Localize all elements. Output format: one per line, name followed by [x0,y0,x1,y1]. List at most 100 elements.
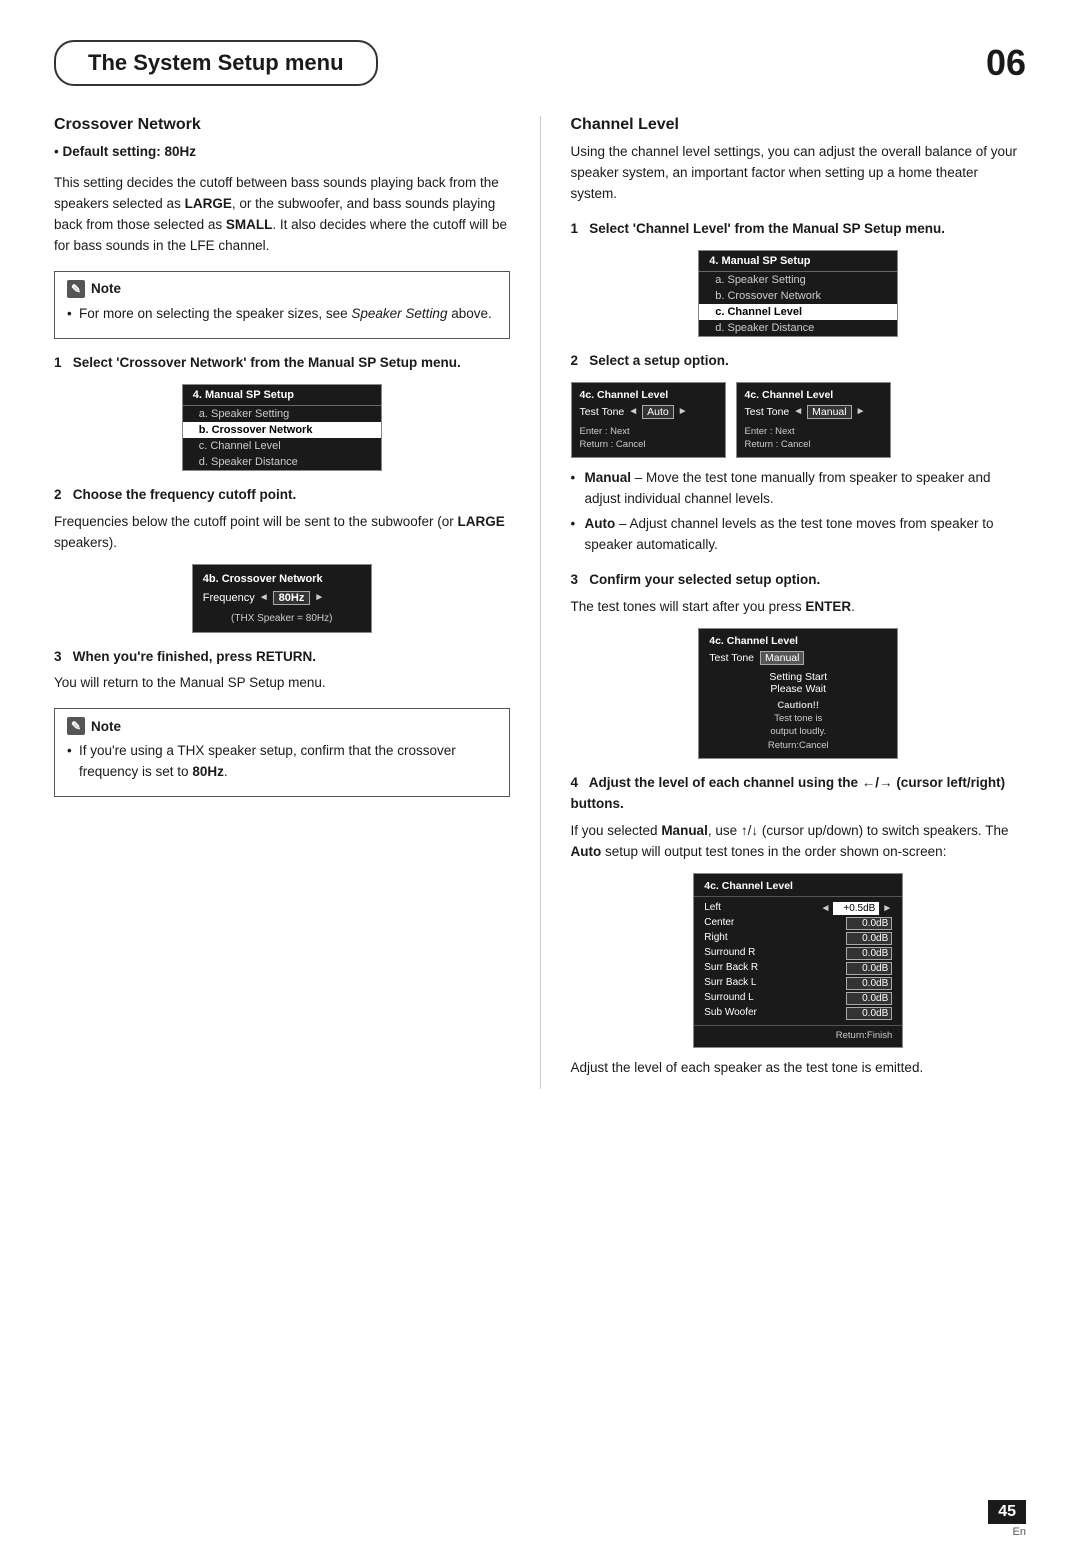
clt-row-right: Right 0.0dB [694,931,902,946]
sps-title-right: 4. Manual SP Setup [699,251,897,272]
clt-name-surrback-r: Surr Back R [704,962,758,975]
ch-auto-title: 4c. Channel Level [580,389,717,401]
note-header-1: ✎ Note [67,280,497,298]
channel-level-title: Channel Level [571,116,1027,134]
freq-title: 4b. Crossover Network [203,573,361,585]
sps-item-rc: c. Channel Level [699,304,897,320]
step3-right-body: The test tones will start after you pres… [571,597,1027,618]
sps-title-left: 4. Manual SP Setup [183,385,381,406]
clt-row-left: Left ◄ +0.5dB ► [694,901,902,916]
sps-item-1c: c. Channel Level [183,438,381,454]
freq-left-arrow: ◄ [259,592,269,603]
mb-tone-row: Test Tone Manual [709,651,887,665]
freq-note: (THX Speaker = 80Hz) [203,613,361,624]
clt-row-surr-r: Surround R 0.0dB [694,946,902,961]
freq-screenshot: 4b. Crossover Network Frequency ◄ 80Hz ►… [192,564,372,633]
note-list-1: For more on selecting the speaker sizes,… [67,304,497,324]
page-title: The System Setup menu [88,50,344,76]
col-left: Crossover Network • Default setting: 80H… [54,116,540,1089]
mb-tone-label: Test Tone [709,652,754,664]
step3-left-body: You will return to the Manual SP Setup m… [54,673,510,694]
step1-right-heading: 1 Select 'Channel Level' from the Manual… [571,219,1027,240]
mb-tone-value: Manual [760,651,804,665]
title-box: The System Setup menu [54,40,378,86]
clt-name-surr-l: Surround L [704,992,753,1005]
page-wrapper: The System Setup menu 06 Crossover Netwo… [0,40,1080,1568]
sps-item-1b: b. Crossover Network [183,422,381,438]
default-value: 80Hz [165,144,197,159]
freq-right-arrow: ► [314,592,324,603]
sps-item-rb: b. Crossover Network [699,288,897,304]
page-header: The System Setup menu 06 [54,40,1026,86]
page-number: 45 [988,1500,1026,1524]
clt-val-sub: 0.0dB [846,1007,892,1020]
mb-status1: Setting StartPlease Wait [709,671,887,695]
clt-val-surr-l: 0.0dB [846,992,892,1005]
default-setting: • Default setting: 80Hz [54,142,510,163]
channel-body1: Using the channel level settings, you ca… [571,142,1027,205]
ch-auto-left-arr: ◄ [628,406,638,417]
sps-item-1a: a. Speaker Setting [183,406,381,422]
clt-val-left: ◄ +0.5dB ► [820,902,892,915]
page-footer: 45 En [988,1500,1026,1538]
ch-manual-tone-label: Test Tone [745,406,790,418]
clt-row-center: Center 0.0dB [694,916,902,931]
note-label-2: Note [91,719,121,734]
clt-row-surrback-r: Surr Back R 0.0dB [694,961,902,976]
clt-box-right: 0.0dB [846,932,892,945]
step4-right-body: If you selected Manual, use ↑/↓ (cursor … [571,821,1027,863]
step4-right-heading: 4 Adjust the level of each channel using… [571,773,1027,815]
sps-item-ra: a. Speaker Setting [699,272,897,288]
ch-auto-value: Auto [642,405,674,419]
clt-name-right: Right [704,932,727,945]
ch-manual-value: Manual [807,405,851,419]
ch-manual-footer: Enter : NextReturn : Cancel [745,425,882,452]
clt-row-surr-l: Surround L 0.0dB [694,991,902,1006]
ch-manual-right-arr: ► [856,406,866,417]
note-item-2: If you're using a THX speaker setup, con… [67,741,497,782]
clt-row-surrback-l: Surr Back L 0.0dB [694,976,902,991]
ch-auto-tone-label: Test Tone [580,406,625,418]
mb-title: 4c. Channel Level [709,635,887,647]
freq-label: Frequency [203,592,255,604]
cl-table-screenshot: 4c. Channel Level Left ◄ +0.5dB ► Center… [693,873,903,1048]
channel-manual-box: 4c. Channel Level Test Tone ◄ Manual ► E… [736,382,891,459]
sp-setup-screenshot-right: 4. Manual SP Setup a. Speaker Setting b.… [698,250,898,337]
clt-name-surrback-l: Surr Back L [704,977,756,990]
ch-manual-row: Test Tone ◄ Manual ► [745,405,882,419]
chapter-number: 06 [986,45,1026,81]
step2-right-heading: 2 Select a setup option. [571,351,1027,372]
clt-val-center: 0.0dB [846,917,892,930]
clt-name-surr-r: Surround R [704,947,755,960]
option-bullets: Manual – Move the test tone manually fro… [571,468,1027,556]
step2-left-heading: 2 Choose the frequency cutoff point. [54,485,510,506]
crossover-network-title: Crossover Network [54,116,510,134]
note-header-2: ✎ Note [67,717,497,735]
step2-left-body: Frequencies below the cutoff point will … [54,512,510,554]
note-box-2: ✎ Note If you're using a THX speaker set… [54,708,510,797]
sps-item-1d: d. Speaker Distance [183,454,381,470]
note-icon-2: ✎ [67,717,85,735]
note-list-2: If you're using a THX speaker setup, con… [67,741,497,782]
clt-val-surrback-l: 0.0dB [846,977,892,990]
channel-options-row: 4c. Channel Level Test Tone ◄ Auto ► Ent… [571,382,1027,459]
ch-manual-title: 4c. Channel Level [745,389,882,401]
option-auto-bullet: Auto – Adjust channel levels as the test… [571,514,1027,556]
clt-name-left: Left [704,902,721,915]
clt-val-right: 0.0dB [846,932,892,945]
note-item-1: For more on selecting the speaker sizes,… [67,304,497,324]
sp-setup-screenshot-left: 4. Manual SP Setup a. Speaker Setting b.… [182,384,382,471]
col-right: Channel Level Using the channel level se… [540,116,1027,1089]
clt-footer: Return:Finish [694,1025,902,1041]
note-box-1: ✎ Note For more on selecting the speaker… [54,271,510,339]
step3-left-heading: 3 When you're finished, press RETURN. [54,647,510,668]
clt-val-surr-r: 0.0dB [846,947,892,960]
clt-row-sub: Sub Woofer 0.0dB [694,1006,902,1021]
mb-caution: Caution!! Test tone is output loudly. Re… [709,699,887,752]
content-columns: Crossover Network • Default setting: 80H… [54,116,1026,1089]
clt-box-center: 0.0dB [846,917,892,930]
note-icon-1: ✎ [67,280,85,298]
clt-box-left: +0.5dB [833,902,879,915]
clt-val-surrback-r: 0.0dB [846,962,892,975]
default-label: Default setting: [62,144,160,159]
